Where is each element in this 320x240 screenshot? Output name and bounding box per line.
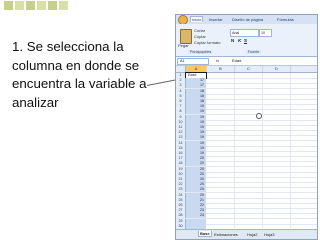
formula-bar: A1 fx Edad [176, 57, 317, 66]
underline-button[interactable]: S [244, 38, 247, 43]
column-header-c[interactable]: C [235, 66, 263, 72]
fx-icon[interactable]: fx [216, 58, 219, 63]
column-header-b[interactable]: B [207, 66, 235, 72]
paste-label[interactable]: Pegar [178, 43, 189, 48]
mouse-cursor-icon [256, 113, 262, 119]
bold-button[interactable]: N [231, 38, 234, 43]
sheet-tab-hoja2[interactable]: Hoja2 [247, 232, 257, 237]
formula-input[interactable]: Edad [232, 58, 241, 63]
paste-icon[interactable] [180, 29, 192, 44]
sheet-tab-bar: Base Estimaciones Hoja2 Hoja3 [176, 229, 317, 239]
sheet-tab-hoja3[interactable]: Hoja3 [264, 232, 274, 237]
ribbon: Pegar Cortar Copiar Copiar formato Porta… [176, 24, 317, 57]
column-header-bar: A B C D [176, 66, 317, 73]
clipboard-group-label: Portapapeles [188, 50, 214, 54]
font-group-label: Fuente [246, 50, 262, 54]
name-box[interactable]: A1 [177, 58, 209, 65]
decorative-squares [4, 1, 70, 11]
instruction-caption: 1. Se selecciona la columna en donde se … [12, 39, 147, 110]
sheet-tab-estimaciones[interactable]: Estimaciones [214, 232, 238, 237]
tab-inicio[interactable]: Inicio [190, 16, 204, 22]
tab-diseno-pagina[interactable]: Diseño de página [232, 17, 263, 22]
column-header-d[interactable]: D [263, 66, 291, 72]
excel-window: Inicio Insertar Diseño de página Fórmula… [175, 14, 318, 240]
column-header-a[interactable]: A [186, 66, 207, 72]
copy-button[interactable]: Copiar [194, 34, 206, 39]
sheet-tab-base[interactable]: Base [198, 231, 212, 237]
tab-insertar[interactable]: Insertar [209, 17, 223, 22]
font-name-select[interactable]: Arial [230, 29, 259, 37]
tab-formulas[interactable]: Fórmulas [277, 17, 294, 22]
italic-button[interactable]: K [238, 38, 241, 43]
cut-button[interactable]: Cortar [194, 28, 205, 33]
cell-grid[interactable]: 1 Edad 2 17 3 17 4 18 5 18 6 18 7 19 8 19 9 19 10 19 11 19 12 1… [176, 72, 317, 230]
select-all-corner[interactable] [176, 66, 186, 72]
format-painter-button[interactable]: Copiar formato [194, 40, 220, 45]
font-size-select[interactable]: 10 [259, 29, 272, 37]
